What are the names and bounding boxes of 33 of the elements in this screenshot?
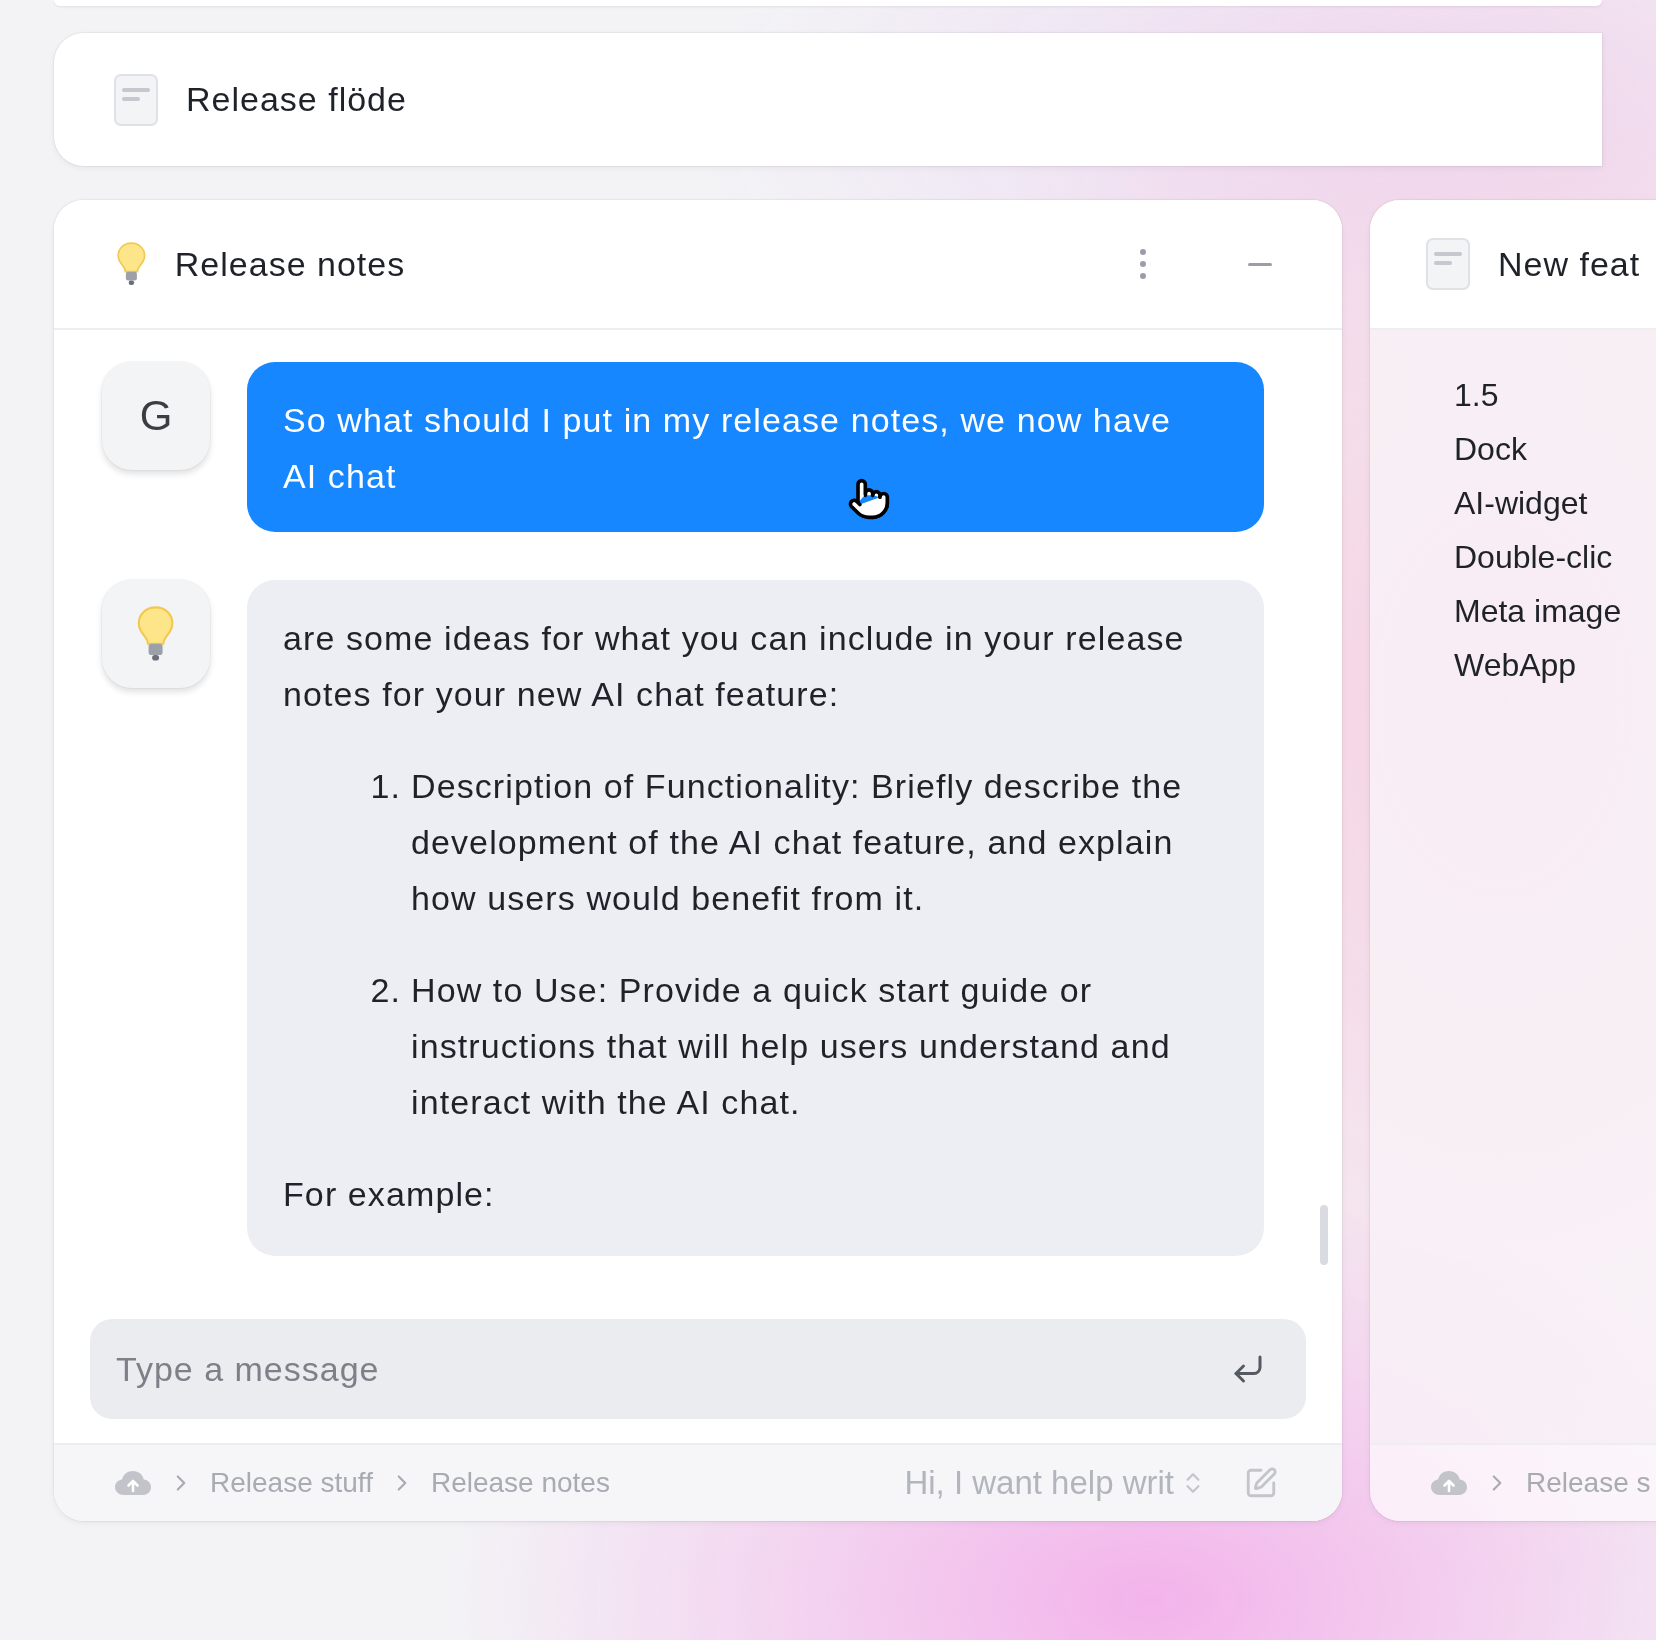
lightbulb-icon — [116, 242, 147, 286]
lightbulb-icon — [136, 606, 176, 662]
prompt-selector[interactable]: Hi, I want help writ — [904, 1464, 1206, 1502]
list-item-text: Description of Functionality: Briefly describe the development of the AI chat feature, and explain how users would benefit from it. — [411, 766, 1184, 919]
breadcrumb-link[interactable]: Release notes — [430, 1467, 610, 1499]
breadcrumb-link[interactable]: Release stuff — [210, 1467, 373, 1499]
message-text: are some ideas for what you can include in your release notes for your new AI chat feature: — [283, 618, 1186, 715]
edit-icon[interactable] — [1244, 1466, 1278, 1500]
list-line: Meta image — [1454, 592, 1623, 631]
panel-title: Release notes — [174, 244, 406, 284]
document-icon — [1426, 238, 1470, 290]
document-icon — [114, 73, 158, 126]
hand-pointer-icon — [847, 477, 891, 521]
list-line: Double-clic — [1454, 538, 1614, 577]
board-title: Release flöde — [186, 80, 407, 119]
panel-title: New feat — [1498, 244, 1641, 284]
list-item-text: How to Use: Provide a quick start guide or instructions that will help users understand and interact with the AI chat. — [411, 970, 1172, 1123]
cloud-upload-icon[interactable] — [1430, 1470, 1468, 1496]
message-input[interactable]: Type a message — [90, 1319, 1306, 1419]
user-message: So what should I put in my release notes, we now have AI chat — [247, 362, 1264, 532]
more-options-icon — [1140, 249, 1146, 279]
list-number: 1. — [369, 766, 401, 807]
cloud-upload-icon[interactable] — [114, 1470, 152, 1496]
minus-icon — [1248, 262, 1272, 266]
list-line: AI-widget — [1454, 484, 1589, 523]
scrollbar-thumb[interactable] — [1320, 1205, 1328, 1265]
list-line: WebApp — [1454, 646, 1578, 685]
breadcrumb-link[interactable]: Release s — [1526, 1467, 1651, 1499]
list-line: Dock — [1454, 430, 1528, 469]
message-text: For example: — [283, 1174, 496, 1215]
list-line: 1.5 — [1454, 376, 1500, 415]
user-avatar: G — [102, 362, 210, 470]
list-number: 2. — [369, 970, 401, 1011]
